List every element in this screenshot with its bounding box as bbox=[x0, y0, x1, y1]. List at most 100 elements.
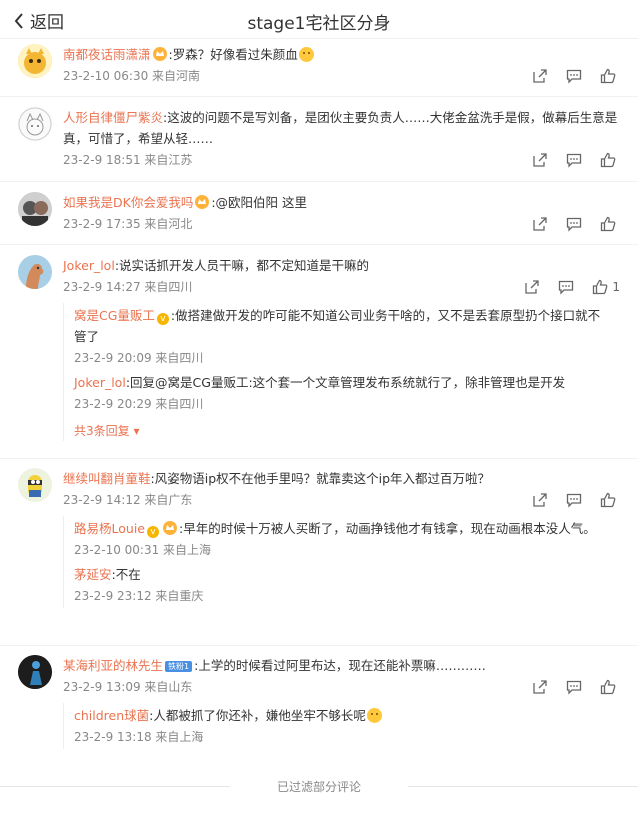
top-bar: 返回 stage1宅社区分身 bbox=[0, 0, 638, 39]
avatar[interactable] bbox=[18, 655, 52, 689]
comment-item: 如果我是DK你会爱我吗:@欧阳伯阳 这里 23-2-9 17:35 来自河北 bbox=[0, 192, 638, 232]
emoji-icon bbox=[298, 47, 314, 62]
comment-item: 继续叫翻肖童鞋:风姿物语ip权不在他手里吗？就靠卖这个ip年入都过百万啦？ 23… bbox=[0, 468, 638, 608]
avatar[interactable] bbox=[18, 44, 52, 78]
comment-body: :说实话抓开发人员干嘛，都不定知道是干嘛的 bbox=[114, 258, 370, 273]
comment-icon bbox=[566, 217, 582, 232]
thumbs-up-icon bbox=[600, 152, 616, 168]
username-link[interactable]: 人形自律僵尸紫炎 bbox=[63, 110, 163, 125]
reply-body: :人都被抓了你还补，嫌他坐牢不够长呢 bbox=[149, 708, 366, 723]
reply-meta: 23-2-9 13:18 来自上海 bbox=[74, 730, 204, 744]
comment-item: Joker_lol:说实话抓开发人员干嘛，都不定知道是干嘛的 23-2-9 14… bbox=[0, 255, 638, 441]
username-link[interactable]: 如果我是DK你会爱我吗 bbox=[63, 195, 193, 210]
username-link[interactable]: Joker_lol bbox=[74, 375, 126, 390]
reply-item: 路易杨Louie v :早年的时候十万被人买断了，动画挣钱他才有钱拿，现在动画根本没… bbox=[74, 516, 604, 562]
share-icon bbox=[533, 69, 547, 83]
avatar[interactable] bbox=[18, 107, 52, 141]
reply-text: 路易杨Louie v :早年的时候十万被人买断了，动画挣钱他才有钱拿，现在动画根本没… bbox=[74, 518, 604, 539]
comment-body: :罗森？好像看过朱颜血 bbox=[168, 47, 298, 62]
reply-meta: 23-2-10 00:31 来自上海 bbox=[74, 543, 212, 557]
comment-item: 某海利亚的林先生 铁粉1:上学的时候看过阿里布达，现在还能补票嘛………… 23-2… bbox=[0, 655, 638, 749]
reply-button[interactable] bbox=[566, 679, 582, 695]
comment-icon bbox=[559, 280, 574, 295]
verified-icon: v bbox=[156, 313, 169, 325]
page-title: stage1宅社区分身 bbox=[247, 14, 391, 34]
comment-item: 人形自律僵尸紫炎:这波的问题不是写刘备，是团伙主要负责人……大佬金盆洗手是假，做… bbox=[0, 107, 638, 168]
username-link[interactable]: 南都夜话雨潇潇 bbox=[63, 47, 151, 62]
username-link[interactable]: Joker_lol bbox=[63, 258, 115, 273]
reply-item: 窝是CG量贩工 v:做搭建做开发的咋可能不知道公司业务干啥的，又不是丢套原型扔个接… bbox=[74, 303, 604, 370]
share-button[interactable] bbox=[524, 279, 540, 295]
reply-item: 茅延安:不在 23-2-9 23:12 来自重庆 bbox=[74, 562, 604, 608]
share-icon bbox=[533, 153, 547, 167]
divider bbox=[0, 244, 638, 245]
comment-text: 某海利亚的林先生 铁粉1:上学的时候看过阿里布达，现在还能补票嘛………… bbox=[63, 655, 626, 676]
comment-text: Joker_lol:说实话抓开发人员干嘛，都不定知道是干嘛的 bbox=[63, 255, 626, 276]
share-button[interactable] bbox=[532, 679, 548, 695]
thumbs-up-icon bbox=[600, 68, 616, 84]
reply-thread: children球菌:人都被抓了你还补，嫌他坐牢不够长呢 23-2-9 13:1… bbox=[63, 703, 614, 749]
comment-body: :@欧阳伯阳 这里 bbox=[211, 195, 308, 210]
reply-button[interactable] bbox=[566, 492, 582, 508]
crown-icon bbox=[152, 46, 167, 61]
comment-icon bbox=[566, 493, 582, 508]
thumbs-up-icon bbox=[600, 492, 616, 508]
more-replies-link[interactable]: 共3条回复 ▾ bbox=[74, 416, 604, 441]
fan-badge: 铁粉1 bbox=[165, 661, 193, 672]
reply-item: Joker_lol:回复@窝是CG量贩工:这个套一个文章管理发布系统就行了，除非… bbox=[74, 370, 604, 416]
reply-body: :回复@窝是CG量贩工:这个套一个文章管理发布系统就行了，除非管理也是开发 bbox=[125, 375, 566, 390]
reply-meta: 23-2-9 23:12 来自重庆 bbox=[74, 589, 204, 603]
avatar[interactable] bbox=[18, 255, 52, 289]
reply-button[interactable] bbox=[566, 68, 582, 84]
comment-text: 继续叫翻肖童鞋:风姿物语ip权不在他手里吗？就靠卖这个ip年入都过百万啦？ bbox=[63, 468, 626, 489]
username-link[interactable]: children球菌 bbox=[74, 708, 149, 723]
comment-actions bbox=[532, 216, 620, 232]
username-link[interactable]: 继续叫翻肖童鞋 bbox=[63, 471, 151, 486]
avatar[interactable] bbox=[18, 192, 52, 226]
reply-meta: 23-2-9 20:29 来自四川 bbox=[74, 397, 204, 411]
emoji-icon bbox=[366, 708, 382, 723]
reply-meta: 23-2-9 20:09 来自四川 bbox=[74, 351, 204, 365]
share-icon bbox=[525, 280, 540, 294]
reply-thread: 路易杨Louie v :早年的时候十万被人买断了，动画挣钱他才有钱拿，现在动画根本没… bbox=[63, 516, 614, 608]
username-link[interactable]: 窝是CG量贩工 bbox=[74, 308, 155, 323]
comment-actions: 1 bbox=[524, 279, 620, 295]
username-link[interactable]: 茅延安 bbox=[74, 567, 112, 582]
comment-icon bbox=[566, 153, 582, 168]
like-button[interactable]: 1 bbox=[592, 279, 620, 295]
avatar[interactable] bbox=[18, 468, 52, 502]
like-button[interactable] bbox=[600, 492, 620, 508]
reply-button[interactable] bbox=[566, 152, 582, 168]
reply-button[interactable] bbox=[566, 216, 582, 232]
comment-icon bbox=[566, 680, 582, 695]
reply-body: :早年的时候十万被人买断了，动画挣钱他才有钱拿，现在动画根本没人气。 bbox=[178, 521, 596, 536]
verified-icon: v bbox=[146, 526, 159, 538]
username-link[interactable]: 路易杨Louie bbox=[74, 521, 145, 536]
comment-text: 如果我是DK你会爱我吗 :@欧阳伯阳 这里 bbox=[63, 192, 626, 213]
comment-text: 南都夜话雨潇潇 :罗森？好像看过朱颜血 bbox=[63, 44, 626, 65]
reply-button[interactable] bbox=[558, 279, 574, 295]
comment-body: :上学的时候看过阿里布达，现在还能补票嘛………… bbox=[194, 658, 486, 673]
divider bbox=[0, 645, 638, 646]
reply-thread: 窝是CG量贩工 v:做搭建做开发的咋可能不知道公司业务干啥的，又不是丢套原型扔个接… bbox=[63, 303, 614, 441]
reply-body: :不在 bbox=[111, 567, 141, 582]
like-button[interactable] bbox=[600, 68, 620, 84]
thumbs-up-icon bbox=[593, 279, 608, 295]
divider bbox=[0, 458, 638, 459]
comment-item: 南都夜话雨潇潇:罗森？好像看过朱颜血 23-2-10 06:30 来自河南 bbox=[0, 44, 638, 84]
thumbs-up-icon bbox=[600, 679, 616, 695]
like-button[interactable] bbox=[600, 152, 620, 168]
like-button[interactable] bbox=[600, 679, 620, 695]
share-button[interactable] bbox=[532, 152, 548, 168]
more-replies-label: 共3条回复 bbox=[74, 424, 130, 438]
filtered-comments-note: 已过滤部分评论 bbox=[0, 778, 638, 795]
divider bbox=[0, 96, 638, 97]
share-button[interactable] bbox=[532, 216, 548, 232]
share-button[interactable] bbox=[532, 492, 548, 508]
comment-actions bbox=[532, 152, 620, 168]
caret-down-icon: ▾ bbox=[129, 424, 140, 438]
reply-text: 茅延安:不在 bbox=[74, 564, 604, 585]
like-button[interactable] bbox=[600, 216, 620, 232]
share-button[interactable] bbox=[532, 68, 548, 84]
username-link[interactable]: 某海利亚的林先生 bbox=[63, 658, 163, 673]
